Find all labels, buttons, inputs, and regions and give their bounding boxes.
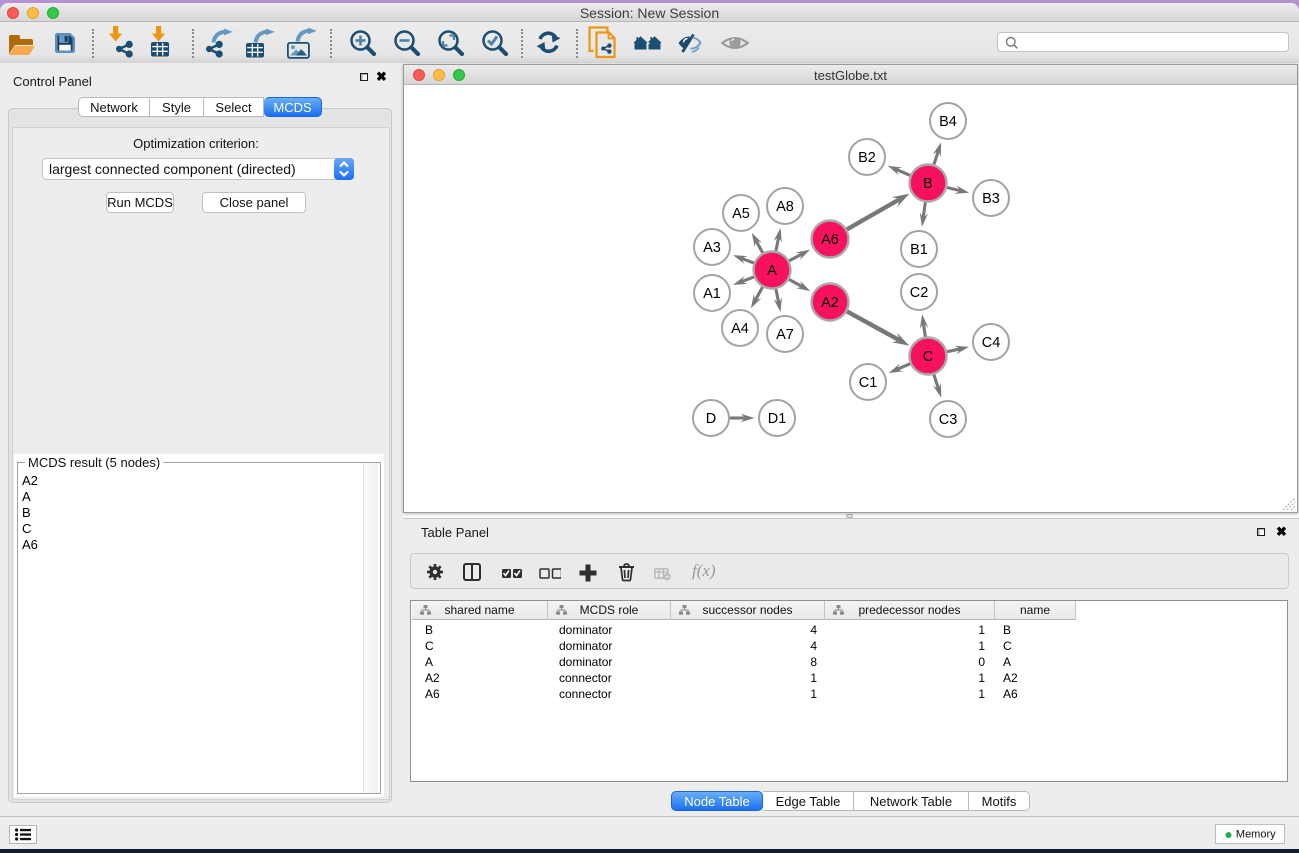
svg-text:B4: B4 bbox=[939, 114, 957, 130]
svg-text:B3: B3 bbox=[982, 191, 1000, 207]
svg-text:C3: C3 bbox=[939, 412, 958, 428]
svg-text:A7: A7 bbox=[776, 327, 794, 343]
svg-text:B2: B2 bbox=[858, 150, 876, 166]
svg-text:A1: A1 bbox=[703, 286, 721, 302]
svg-text:B: B bbox=[923, 176, 933, 192]
svg-text:A: A bbox=[767, 263, 777, 279]
svg-text:C: C bbox=[923, 349, 933, 365]
svg-text:C2: C2 bbox=[910, 285, 929, 301]
svg-text:A6: A6 bbox=[821, 232, 839, 248]
svg-text:A2: A2 bbox=[821, 295, 839, 311]
svg-text:A8: A8 bbox=[776, 199, 794, 215]
svg-text:B1: B1 bbox=[910, 242, 928, 258]
svg-text:A5: A5 bbox=[732, 206, 750, 222]
svg-text:D: D bbox=[706, 411, 716, 427]
svg-text:A3: A3 bbox=[703, 240, 721, 256]
svg-text:C1: C1 bbox=[859, 375, 878, 391]
svg-text:D1: D1 bbox=[768, 411, 787, 427]
svg-text:A4: A4 bbox=[731, 321, 749, 337]
svg-text:C4: C4 bbox=[982, 335, 1001, 351]
